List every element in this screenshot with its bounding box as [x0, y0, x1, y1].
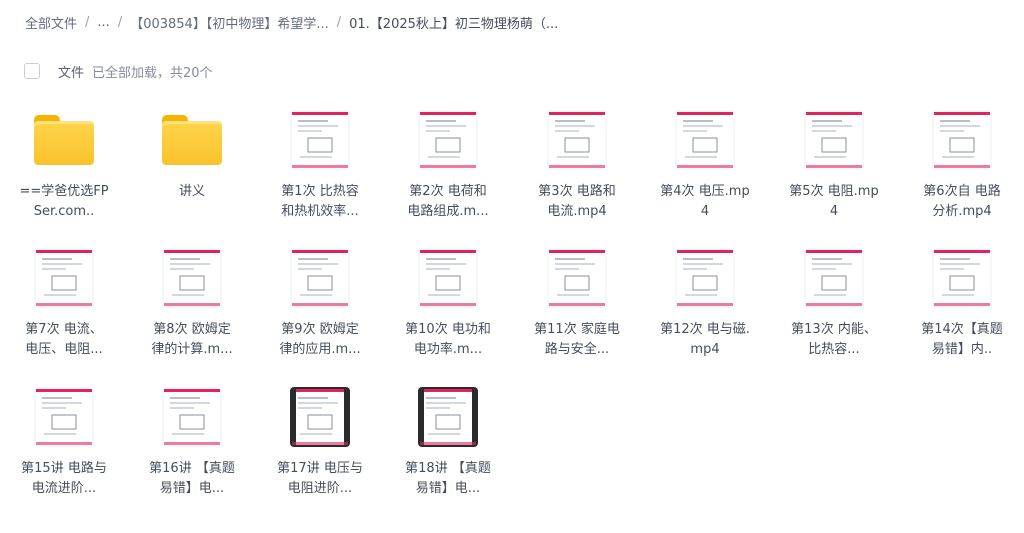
file-item[interactable]: 第12次 电与磁.mp4: [641, 246, 769, 360]
file-name-label: 第6次自 电路分析.mp4: [923, 184, 1001, 219]
video-thumbnail: [290, 387, 350, 447]
video-thumbnail-icon: [288, 385, 352, 449]
file-item[interactable]: 第1次 比热容和热机效率...: [256, 108, 384, 222]
file-item[interactable]: 第16讲 【真题易错】电...: [128, 385, 256, 499]
breadcrumb-separator: /: [117, 14, 123, 30]
file-name-label: 第2次 电荷和电路组成.m...: [407, 184, 489, 219]
breadcrumb-current: 01.【2025秋上】初三物理杨萌（...: [349, 16, 559, 32]
breadcrumb-separator: /: [336, 14, 342, 30]
file-item[interactable]: 第2次 电荷和电路组成.m...: [384, 108, 512, 222]
file-toolbar: 文件 已全部加载，共20个: [24, 61, 213, 81]
file-item[interactable]: 第17讲 电压与电阻进阶...: [256, 385, 384, 499]
video-thumbnail-icon: [416, 246, 480, 310]
folder-icon: [32, 108, 96, 172]
file-name-label: 第18讲 【真题易错】电...: [405, 461, 491, 496]
file-name-label: 第15讲 电路与电流进阶...: [21, 461, 107, 496]
video-thumbnail: [547, 110, 607, 170]
video-thumbnail-icon: [930, 108, 994, 172]
file-name-label: ==学爸优选FPSer.com..: [19, 184, 109, 219]
file-item[interactable]: 第6次自 电路分析.mp4: [898, 108, 1024, 222]
select-all-checkbox[interactable]: [24, 63, 40, 79]
video-thumbnail: [418, 248, 478, 308]
video-thumbnail-icon: [802, 108, 866, 172]
file-name-label: 第13次 内能、比热容...: [791, 322, 877, 357]
breadcrumb-root[interactable]: 全部文件: [25, 13, 77, 32]
file-column-label: 文件: [58, 65, 85, 81]
file-name-label: 第7次 电流、电压、电阻...: [25, 322, 103, 357]
video-thumbnail-icon: [673, 108, 737, 172]
video-thumbnail-icon: [545, 108, 609, 172]
file-name-label: 第12次 电与磁.mp4: [660, 322, 750, 357]
video-thumbnail: [162, 387, 222, 447]
file-item[interactable]: 第3次 电路和电流.mp4: [513, 108, 641, 222]
video-thumbnail-icon: [673, 246, 737, 310]
file-item[interactable]: 第8次 欧姆定律的计算.m...: [128, 246, 256, 360]
video-thumbnail-icon: [160, 246, 224, 310]
video-thumbnail-icon: [545, 246, 609, 310]
video-thumbnail-icon: [802, 246, 866, 310]
file-item[interactable]: 第15讲 电路与电流进阶...: [0, 385, 128, 499]
video-thumbnail-icon: [32, 246, 96, 310]
video-thumbnail-icon: [288, 108, 352, 172]
video-thumbnail: [932, 110, 992, 170]
video-thumbnail: [34, 387, 94, 447]
video-thumbnail: [675, 110, 735, 170]
file-name-label: 第11次 家庭电路与安全...: [534, 322, 620, 357]
file-name-label: 讲义: [178, 184, 205, 199]
file-item[interactable]: 第4次 电压.mp4: [641, 108, 769, 222]
file-name-label: 第1次 比热容和热机效率...: [281, 184, 359, 219]
file-name-label: 第9次 欧姆定律的应用.m...: [279, 322, 361, 357]
video-thumbnail: [290, 110, 350, 170]
file-item[interactable]: 第13次 内能、比热容...: [770, 246, 898, 360]
video-thumbnail: [34, 248, 94, 308]
file-item[interactable]: 第18讲 【真题易错】电...: [384, 385, 512, 499]
file-item[interactable]: 第14次【真题易错】内..: [898, 246, 1024, 360]
file-item[interactable]: 第9次 欧姆定律的应用.m...: [256, 246, 384, 360]
video-thumbnail-icon: [416, 108, 480, 172]
video-thumbnail: [932, 248, 992, 308]
folder-icon-shape: [34, 115, 94, 165]
file-item[interactable]: 第5次 电阻.mp4: [770, 108, 898, 222]
video-thumbnail-icon: [160, 385, 224, 449]
video-thumbnail: [804, 248, 864, 308]
folder-item[interactable]: ==学爸优选FPSer.com..: [0, 108, 128, 222]
load-status-text: 已全部加载，共20个: [92, 65, 213, 81]
file-name-label: 第5次 电阻.mp4: [789, 184, 879, 219]
file-name-label: 第3次 电路和电流.mp4: [538, 184, 616, 219]
folder-icon-shape: [162, 115, 222, 165]
folder-icon: [160, 108, 224, 172]
file-item[interactable]: 第10次 电功和电功率.m...: [384, 246, 512, 360]
breadcrumb: 全部文件 / ... / 【003854】【初中物理】希望学... / 01.【…: [25, 12, 558, 32]
video-thumbnail-icon: [416, 385, 480, 449]
video-thumbnail: [290, 248, 350, 308]
video-thumbnail: [418, 110, 478, 170]
file-name-label: 第4次 电压.mp4: [660, 184, 750, 219]
video-thumbnail: [804, 110, 864, 170]
video-thumbnail-icon: [288, 246, 352, 310]
video-thumbnail: [162, 248, 222, 308]
breadcrumb-ellipsis[interactable]: ...: [97, 15, 109, 30]
file-name-label: 第16讲 【真题易错】电...: [149, 461, 235, 496]
file-name-label: 第17讲 电压与电阻进阶...: [277, 461, 363, 496]
video-thumbnail: [675, 248, 735, 308]
breadcrumb-parent[interactable]: 【003854】【初中物理】希望学...: [130, 13, 329, 32]
video-thumbnail-icon: [32, 385, 96, 449]
file-item[interactable]: 第11次 家庭电路与安全...: [513, 246, 641, 360]
video-thumbnail: [418, 387, 478, 447]
file-name-label: 第14次【真题易错】内..: [921, 322, 1003, 357]
video-thumbnail-icon: [930, 246, 994, 310]
video-thumbnail: [547, 248, 607, 308]
breadcrumb-separator: /: [85, 14, 90, 30]
folder-item[interactable]: 讲义: [128, 108, 256, 202]
file-name-label: 第10次 电功和电功率.m...: [405, 322, 491, 357]
file-name-label: 第8次 欧姆定律的计算.m...: [151, 322, 233, 357]
file-item[interactable]: 第7次 电流、电压、电阻...: [0, 246, 128, 360]
